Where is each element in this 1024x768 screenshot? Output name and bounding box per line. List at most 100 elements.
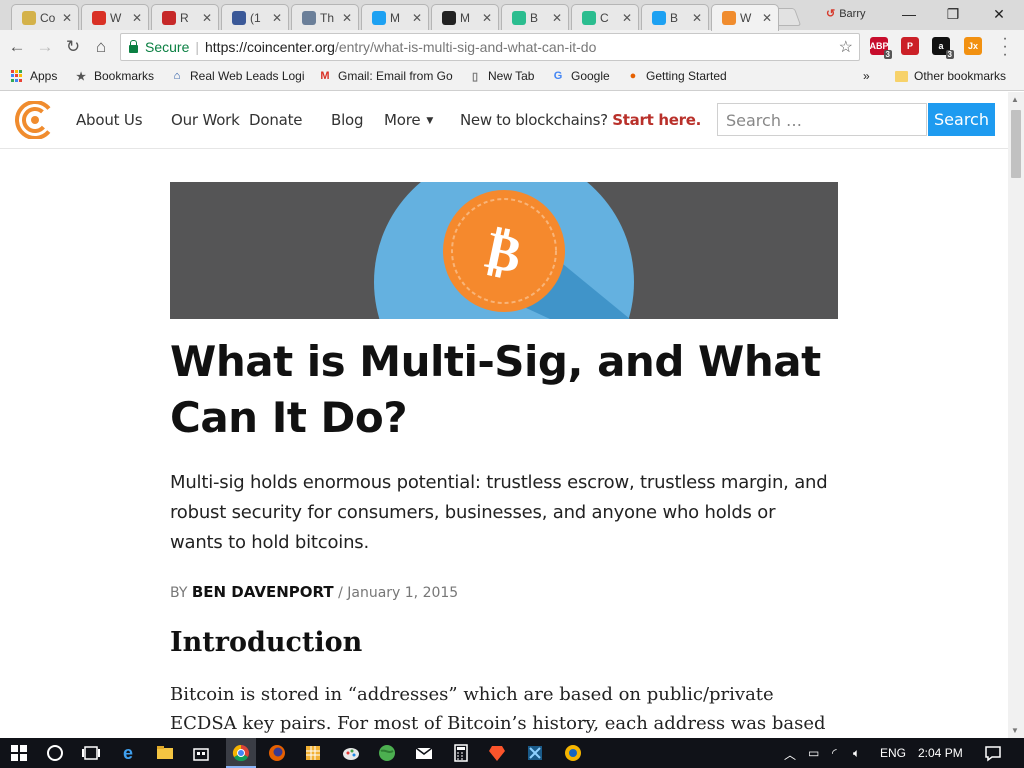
other-bookmarks-folder[interactable]: Other bookmarks	[894, 69, 1006, 83]
section-heading: Introduction	[170, 627, 363, 658]
volume-icon[interactable]: 🔈︎	[853, 746, 860, 761]
bookmark-label: Gmail: Email from Go	[338, 69, 453, 83]
bookmark-item[interactable]: ⌂ Real Web Leads Logi	[170, 69, 305, 83]
tab-title: M	[390, 10, 400, 25]
windows-start-icon[interactable]	[8, 742, 30, 764]
browser-tab[interactable]: R ✕	[151, 4, 219, 30]
chrome-menu-icon[interactable]: · · ·	[1000, 31, 1010, 63]
tray-chevron-icon[interactable]: ︿	[784, 746, 796, 763]
task-view-icon[interactable]	[80, 742, 102, 764]
profile-button[interactable]: ↺ Barry	[826, 7, 866, 21]
bookmark-item[interactable]: ▯ New Tab	[468, 69, 535, 83]
browser-tab[interactable]: W ✕	[711, 4, 779, 31]
twitter-icon	[372, 10, 386, 25]
apps-grid-icon	[10, 69, 24, 83]
close-window-button[interactable]: ✕	[976, 0, 1022, 28]
extension-badge: 3	[883, 50, 892, 59]
extension-label: Jx	[967, 41, 978, 51]
author-link[interactable]: BEN DAVENPORT	[192, 583, 334, 601]
page-icon: ▯	[471, 70, 479, 83]
scroll-up-icon[interactable]: ▲	[1011, 95, 1019, 104]
maximize-button[interactable]: ❐	[930, 0, 976, 28]
start-here-link[interactable]: Start here.	[612, 111, 701, 129]
coincenter-logo-icon[interactable]	[14, 101, 56, 139]
bookmark-item[interactable]: Apps	[10, 69, 57, 83]
web-page: About Us Our Work Donate Blog More ▼ New …	[0, 92, 1008, 738]
battery-icon[interactable]: ▭	[808, 746, 819, 760]
mail-icon[interactable]	[413, 742, 435, 764]
windows-taskbar: e ︿ ▭ ◜ 🔈︎ ENG 2:04 PM	[0, 738, 1024, 768]
address-bar[interactable]: Secure | https://coincenter.org/entry/wh…	[120, 33, 860, 61]
close-tab-icon[interactable]: ✕	[480, 11, 494, 25]
browser-tab[interactable]: (1 ✕	[221, 4, 289, 30]
browser-tab[interactable]: Co ✕	[11, 4, 79, 30]
close-tab-icon[interactable]: ✕	[550, 11, 564, 25]
xcode-like-icon[interactable]	[524, 742, 546, 764]
amazon-icon[interactable]: a3	[932, 37, 954, 59]
chrome-icon[interactable]	[230, 742, 252, 764]
profile-name: Barry	[839, 7, 866, 20]
adblock-icon[interactable]: ABP 3	[870, 37, 892, 59]
browser-tab[interactable]: B ✕	[641, 4, 709, 30]
close-tab-icon[interactable]: ✕	[200, 11, 214, 25]
language-indicator[interactable]: ENG	[880, 746, 906, 760]
close-tab-icon[interactable]: ✕	[760, 11, 774, 25]
scroll-down-icon[interactable]: ▼	[1011, 726, 1019, 735]
bookmark-label: Real Web Leads Logi	[190, 69, 305, 83]
wifi-icon[interactable]: ◜	[832, 746, 837, 760]
bookmark-star-icon[interactable]: ☆	[839, 37, 853, 57]
browser-tab[interactable]: C ✕	[571, 4, 639, 30]
bookmark-item[interactable]: ● Getting Started	[626, 69, 727, 83]
grid-app-icon[interactable]	[302, 742, 324, 764]
nav-donate[interactable]: Donate	[249, 111, 303, 129]
scroll-thumb[interactable]	[1011, 110, 1021, 178]
tab-title: (1	[250, 10, 261, 25]
action-center-icon[interactable]	[982, 742, 1004, 764]
globe-app-icon[interactable]	[376, 742, 398, 764]
site-header: About Us Our Work Donate Blog More ▼ New …	[0, 92, 1008, 149]
twitter-icon	[652, 10, 666, 25]
close-tab-icon[interactable]: ✕	[60, 11, 74, 25]
bookmarks-bar: Apps ★ Bookmarks ⌂ Real Web Leads Logi M Gmail…	[0, 64, 1024, 91]
page-scrollbar[interactable]: ▲ ▼	[1008, 92, 1024, 738]
file-explorer-icon[interactable]	[154, 742, 176, 764]
close-tab-icon[interactable]: ✕	[270, 11, 284, 25]
close-tab-icon[interactable]: ✕	[620, 11, 634, 25]
bookmark-item[interactable]: ★ Bookmarks	[74, 69, 154, 83]
site-search-button[interactable]: Search	[928, 103, 995, 136]
minimize-button[interactable]: —	[886, 0, 932, 28]
browser-tab[interactable]: W ✕	[81, 4, 149, 30]
brave-lion-icon[interactable]	[486, 742, 508, 764]
browser-tab[interactable]: M ✕	[361, 4, 429, 30]
close-tab-icon[interactable]: ✕	[340, 11, 354, 25]
forward-arrow-icon[interactable]: →	[34, 36, 56, 58]
reload-icon[interactable]: ↻	[62, 36, 84, 58]
orange-circle-app-icon[interactable]	[562, 742, 584, 764]
calculator-icon[interactable]	[450, 742, 472, 764]
store-icon[interactable]	[190, 742, 212, 764]
firefox-icon[interactable]	[266, 742, 288, 764]
bookmark-item[interactable]: M Gmail: Email from Go	[318, 69, 453, 83]
jx-icon[interactable]: Jx	[964, 37, 982, 55]
nav-blog[interactable]: Blog	[331, 111, 364, 129]
bookmark-label: New Tab	[488, 69, 535, 83]
clock-time[interactable]: 2:04 PM	[918, 746, 963, 760]
back-arrow-icon[interactable]: ←	[6, 36, 28, 58]
browser-tab[interactable]: Th ✕	[291, 4, 359, 30]
bookmarks-overflow-button[interactable]: »	[863, 69, 870, 83]
nav-our-work[interactable]: Our Work	[171, 111, 240, 129]
browser-tab[interactable]: M ✕	[431, 4, 499, 30]
nav-about-us[interactable]: About Us	[76, 111, 143, 129]
home-icon[interactable]: ⌂	[90, 36, 112, 58]
site-search-input[interactable]: Search …	[717, 103, 927, 136]
close-tab-icon[interactable]: ✕	[690, 11, 704, 25]
nav-more[interactable]: More ▼	[384, 111, 433, 129]
search-circle-icon[interactable]	[44, 742, 66, 764]
close-tab-icon[interactable]: ✕	[130, 11, 144, 25]
browser-tab[interactable]: B ✕	[501, 4, 569, 30]
paint-icon[interactable]	[340, 742, 362, 764]
close-tab-icon[interactable]: ✕	[410, 11, 424, 25]
edge-icon[interactable]: e	[117, 742, 139, 764]
bookmark-item[interactable]: G Google	[551, 69, 610, 83]
pinterest-icon[interactable]: P	[901, 37, 919, 55]
